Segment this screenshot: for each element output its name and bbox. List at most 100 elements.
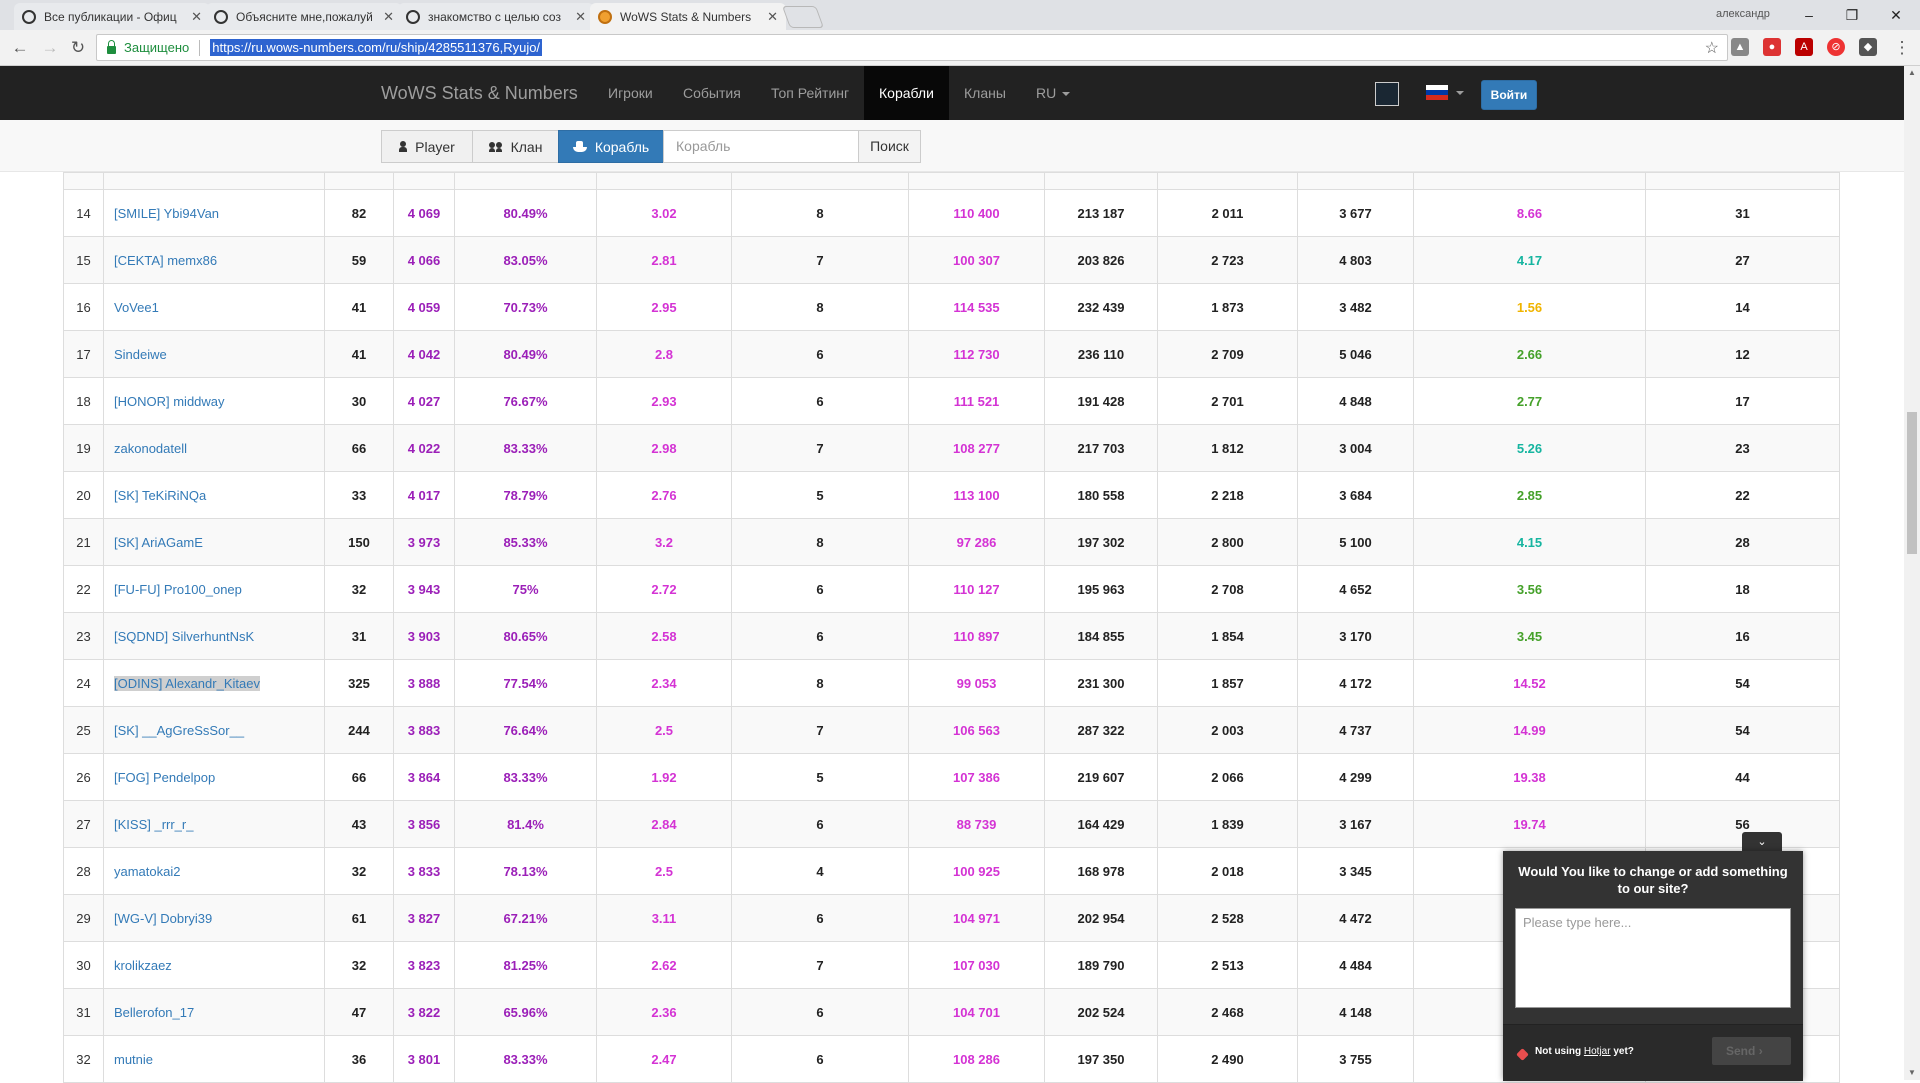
player-name-link[interactable]: [WG-V] Dobryi39	[103, 894, 325, 942]
stat-cell: 2 723	[1157, 236, 1298, 284]
player-name-link[interactable]: VoVee1	[103, 283, 325, 331]
battles-cell: 31	[324, 612, 394, 660]
close-icon[interactable]: ✕	[383, 9, 394, 25]
frags-cell: 2.81	[596, 236, 732, 284]
window-close-icon[interactable]: ✕	[1882, 4, 1910, 26]
stat-cell: 231 300	[1044, 659, 1158, 707]
player-name-link[interactable]: Bellerofon_17	[103, 988, 325, 1036]
battles-cell: 244	[324, 706, 394, 754]
chevron-down-icon[interactable]	[1456, 91, 1464, 95]
theme-color-swatch[interactable]	[1375, 82, 1399, 106]
nav-players[interactable]: Игроки	[593, 66, 668, 120]
note-prefix: Not using	[1535, 1046, 1584, 1057]
stat-cell: 219 607	[1044, 753, 1158, 801]
player-name-link[interactable]: zakonodatell	[103, 424, 325, 472]
close-icon[interactable]: ✕	[575, 9, 586, 25]
player-name-link[interactable]: yamatokai2	[103, 847, 325, 895]
feedback-minimize-button[interactable]: ⌄	[1742, 832, 1782, 852]
russia-flag-icon[interactable]	[1426, 85, 1448, 100]
stat-cell: 6	[731, 377, 909, 425]
login-button[interactable]: Войти	[1481, 80, 1537, 110]
nav-ships[interactable]: Корабли	[864, 66, 949, 120]
hotjar-link[interactable]: Hotjar	[1584, 1046, 1611, 1057]
player-name-link[interactable]: [SK] AriAGamE	[103, 518, 325, 566]
bookmark-star-icon[interactable]: ☆	[1705, 38, 1719, 58]
player-name-link[interactable]: [CEKTA] memx86	[103, 236, 325, 284]
stat-cell: 3 677	[1297, 189, 1414, 237]
new-tab-button[interactable]	[781, 6, 825, 28]
frags-cell: 1.92	[596, 753, 732, 801]
lock-icon	[107, 39, 116, 54]
browser-tab-1[interactable]: Все публикации - Офиц ✕	[14, 3, 210, 30]
reload-icon[interactable]: ↻	[66, 36, 90, 60]
player-name-link[interactable]: [SK] __AgGreSsSor__	[103, 706, 325, 754]
browser-tab-4-active[interactable]: WoWS Stats & Numbers ✕	[590, 3, 786, 30]
highlighted-player-name[interactable]: [ODINS] Alexandr_Kitaev	[114, 675, 260, 691]
scrollbar-thumb[interactable]	[1907, 412, 1917, 554]
stat-cell: 164 429	[1044, 800, 1158, 848]
extension-counter-icon[interactable]: ●	[1763, 38, 1781, 56]
close-icon[interactable]: ✕	[767, 9, 778, 25]
profile-name[interactable]: александр	[1716, 8, 1770, 20]
browser-tab-3[interactable]: знакомство с целью соз ✕	[398, 3, 594, 30]
stat-cell: 18	[1645, 565, 1840, 613]
frags-cell: 2.93	[596, 377, 732, 425]
extension-drive-icon[interactable]: ▲	[1731, 38, 1749, 56]
feedback-textarea[interactable]: Please type here...	[1515, 908, 1791, 1008]
player-name-link[interactable]: [SQDND] SilverhuntNsK	[103, 612, 325, 660]
page-scrollbar[interactable]: ▲ ▼	[1904, 66, 1920, 1080]
menu-dots-icon[interactable]: ⋮	[1890, 36, 1914, 60]
address-bar[interactable]: Защищено https://ru.wows-numbers.com/ru/…	[96, 34, 1728, 61]
win-rate-cell: 67.21%	[454, 894, 597, 942]
search-type-player[interactable]: Player	[381, 130, 473, 163]
nav-events[interactable]: События	[668, 66, 756, 120]
search-type-ship[interactable]: Корабль	[558, 130, 664, 163]
player-name-link[interactable]: [SK] TeKiRiNQa	[103, 471, 325, 519]
scroll-up-icon[interactable]: ▲	[1904, 66, 1920, 80]
extension-pdf-icon[interactable]: A	[1795, 38, 1813, 56]
stat-cell: 5	[731, 753, 909, 801]
ratio-cell: 14.99	[1413, 706, 1646, 754]
search-bar: Player Клан Корабль Корабль Поиск	[0, 120, 1904, 172]
player-name-link[interactable]: [KISS] _rrr_r_	[103, 800, 325, 848]
player-name-link[interactable]: [HONOR] middway	[103, 377, 325, 425]
browser-toolbar: ← → ↻ Защищено https://ru.wows-numbers.c…	[0, 30, 1920, 66]
rank-cell: 22	[63, 565, 104, 613]
rating-cell: 3 822	[393, 988, 455, 1036]
maximize-icon[interactable]: ❐	[1838, 4, 1866, 26]
stat-cell: 2 709	[1157, 330, 1298, 378]
player-name-link[interactable]: [ODINS] Alexandr_Kitaev	[103, 659, 325, 707]
player-name-link[interactable]: mutnie	[103, 1035, 325, 1083]
scroll-down-icon[interactable]: ▼	[1904, 1066, 1920, 1080]
player-name-link[interactable]: [FU-FU] Pro100_onep	[103, 565, 325, 613]
rank-cell: 17	[63, 330, 104, 378]
search-type-clan[interactable]: Клан	[472, 130, 559, 163]
nav-clans[interactable]: Кланы	[949, 66, 1021, 120]
table-row: 19 zakonodatell 66 4 022 83.33% 2.98 7 108 277 2…	[63, 424, 1840, 472]
search-button[interactable]: Поиск	[858, 130, 921, 163]
extension-block-icon[interactable]: ⊘	[1827, 38, 1845, 56]
url-text[interactable]: https://ru.wows-numbers.com/ru/ship/4285…	[210, 39, 543, 56]
stat-cell: 2 528	[1157, 894, 1298, 942]
stat-cell: 5 100	[1297, 518, 1414, 566]
hotjar-note: Not using Hotjar yet?	[1535, 1046, 1634, 1057]
player-name-link[interactable]: [FOG] Pendelpop	[103, 753, 325, 801]
extension-shield-icon[interactable]: ◆	[1859, 38, 1877, 56]
back-icon[interactable]: ←	[8, 36, 32, 60]
table-cell	[908, 172, 1045, 190]
player-name-link[interactable]: Sindeiwe	[103, 330, 325, 378]
feedback-send-button[interactable]: Send ›	[1712, 1037, 1791, 1065]
player-name-link[interactable]: [SMILE] Ybi94Van	[103, 189, 325, 237]
search-input[interactable]: Корабль	[663, 130, 859, 163]
close-icon[interactable]: ✕	[191, 9, 202, 25]
nav-top-rating[interactable]: Топ Рейтинг	[756, 66, 864, 120]
ratio-cell: 4.15	[1413, 518, 1646, 566]
site-brand[interactable]: WoWS Stats & Numbers	[381, 66, 578, 120]
browser-tab-2[interactable]: Объясните мне,пожалуй ✕	[206, 3, 402, 30]
battles-cell: 66	[324, 424, 394, 472]
stat-cell: 1 854	[1157, 612, 1298, 660]
minimize-icon[interactable]: –	[1795, 4, 1823, 26]
nav-language[interactable]: RU	[1021, 66, 1085, 120]
player-name-link[interactable]: krolikzaez	[103, 941, 325, 989]
forward-icon[interactable]: →	[38, 36, 62, 60]
